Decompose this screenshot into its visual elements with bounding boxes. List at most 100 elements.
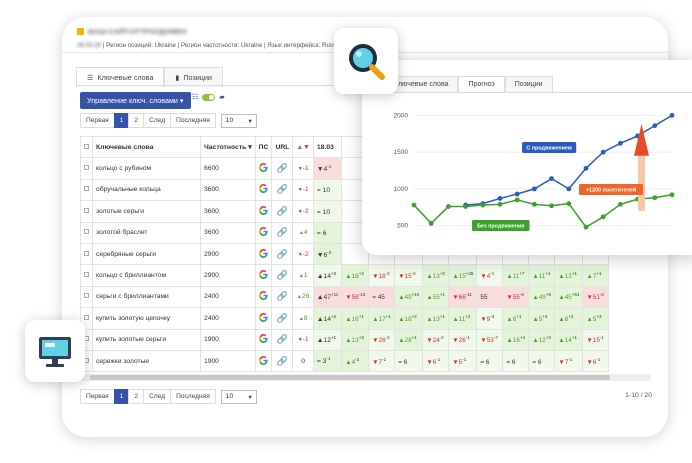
data-point bbox=[566, 186, 572, 192]
position-cell: ▲13+1 bbox=[422, 307, 450, 330]
tab-keywords[interactable]: ☰ Ключевые слова bbox=[76, 67, 165, 87]
forecast-arrow-shaft bbox=[638, 152, 645, 211]
position-cell: ▼26-2 bbox=[368, 328, 396, 351]
position-cell: ▲5+4 bbox=[528, 307, 556, 330]
page-last[interactable]: Последняя bbox=[170, 389, 216, 404]
position-cell: = 6 bbox=[476, 349, 504, 373]
google-icon[interactable] bbox=[254, 264, 273, 287]
data-point bbox=[532, 186, 537, 192]
list-icon: ☰ bbox=[87, 73, 94, 82]
data-point bbox=[428, 221, 434, 226]
position-cell: ▲13+3 bbox=[341, 328, 370, 351]
page-next[interactable]: След bbox=[143, 389, 172, 404]
position-cell: = 10 bbox=[312, 200, 343, 223]
header-frequency[interactable]: Частотность ▾ bbox=[200, 135, 256, 159]
per-page-select[interactable]: 10 ▾ bbox=[220, 389, 257, 404]
list-view-icon[interactable]: ☷ bbox=[192, 93, 198, 101]
keyword-cell[interactable]: золотой браслет bbox=[92, 221, 201, 244]
svg-text:+1200 посетителей: +1200 посетителей bbox=[586, 187, 636, 194]
google-icon[interactable] bbox=[254, 328, 273, 351]
google-icon[interactable] bbox=[254, 157, 273, 180]
manage-keywords-button[interactable]: Управление ключ. словами ▾ bbox=[80, 92, 191, 109]
row-checkbox[interactable] bbox=[80, 200, 93, 223]
keyword-cell[interactable]: кольцо с рубином bbox=[92, 157, 201, 180]
tab-forecast[interactable]: Прогноз bbox=[458, 76, 505, 92]
link-icon[interactable]: 🔗 bbox=[271, 285, 294, 309]
frequency-cell: 2900 bbox=[200, 242, 256, 266]
keyword-cell[interactable]: золотые серьги bbox=[92, 200, 201, 223]
google-icon[interactable] bbox=[254, 242, 273, 266]
row-checkbox[interactable] bbox=[80, 157, 93, 180]
data-point bbox=[618, 140, 623, 146]
table-row: кольцо с бриллиантом 2900 🔗 ▲1 ▲14+2 ▲16+… bbox=[80, 264, 610, 287]
row-checkbox[interactable] bbox=[80, 242, 93, 266]
keyword-cell[interactable]: серьги с бриллиантами bbox=[92, 285, 201, 309]
data-point bbox=[446, 204, 451, 209]
page-next[interactable]: След bbox=[143, 113, 172, 128]
chevron-down-icon: ▾ bbox=[248, 117, 252, 125]
tab-positions[interactable]: Позиции bbox=[504, 76, 553, 92]
row-checkbox[interactable] bbox=[80, 178, 93, 202]
google-icon[interactable] bbox=[254, 178, 273, 202]
row-checkbox[interactable] bbox=[80, 264, 93, 287]
data-point bbox=[669, 112, 675, 118]
google-icon[interactable] bbox=[254, 200, 273, 223]
position-cell: ▼15-1 bbox=[582, 328, 610, 351]
link-icon[interactable]: 🔗 bbox=[271, 264, 294, 287]
page-1[interactable]: 1 bbox=[113, 389, 130, 404]
position-cell: ▲16+2 bbox=[341, 264, 370, 287]
keyword-cell[interactable]: серебряные серьги bbox=[92, 242, 201, 266]
row-checkbox[interactable] bbox=[80, 221, 93, 244]
label-visitors: +1200 посетителей bbox=[579, 184, 644, 195]
link-icon[interactable]: 🔗 bbox=[271, 200, 294, 223]
link-icon[interactable]: 🔗 bbox=[271, 307, 294, 330]
page-first[interactable]: Первая bbox=[80, 389, 115, 404]
keyword-cell[interactable]: обручальные кольца bbox=[92, 178, 201, 202]
folder-icon[interactable]: ▰ bbox=[219, 93, 224, 101]
google-icon[interactable] bbox=[254, 307, 273, 330]
link-icon[interactable]: 🔗 bbox=[271, 242, 294, 266]
keyword-cell[interactable]: сережки золотые bbox=[92, 349, 201, 373]
link-icon[interactable]: 🔗 bbox=[271, 328, 294, 351]
position-cell: ▼66-11 bbox=[448, 285, 478, 309]
link-icon[interactable]: 🔗 bbox=[271, 349, 294, 373]
horizontal-scrollbar[interactable] bbox=[81, 374, 651, 381]
keyword-cell[interactable]: купить золотую цепочку bbox=[92, 307, 201, 330]
delta-cell: ▲1 bbox=[292, 264, 314, 287]
page-last[interactable]: Последняя bbox=[170, 113, 216, 128]
frequency-cell: 6600 bbox=[200, 157, 256, 180]
keyword-cell[interactable]: купить золотые серьги bbox=[92, 328, 201, 351]
delta-cell: ▼-2 bbox=[292, 200, 314, 223]
data-point bbox=[549, 176, 554, 181]
position-cell: = 6 bbox=[502, 349, 530, 373]
label-with-promotion: С продвижением bbox=[522, 142, 577, 153]
data-point bbox=[652, 195, 658, 201]
page-1[interactable]: 1 bbox=[113, 113, 130, 128]
keyword-cell[interactable]: кольцо с бриллиантом bbox=[92, 264, 201, 287]
position-cell: ▼7-1 bbox=[554, 349, 584, 373]
position-cell: = 3-1 bbox=[312, 349, 343, 373]
toggle-switch[interactable] bbox=[202, 93, 216, 101]
google-icon[interactable] bbox=[254, 285, 273, 309]
page-first[interactable]: Первая bbox=[80, 113, 115, 128]
y-tick-label: 2000 bbox=[394, 112, 409, 119]
page-2[interactable]: 2 bbox=[128, 389, 145, 404]
link-icon[interactable]: 🔗 bbox=[271, 178, 294, 202]
link-icon[interactable]: 🔗 bbox=[271, 157, 294, 180]
per-page-select[interactable]: 10 ▾ bbox=[220, 113, 257, 128]
position-cell: ▲7+1 bbox=[582, 264, 610, 287]
y-tick-label: 1500 bbox=[394, 149, 409, 156]
header-keywords[interactable]: Ключевые слова bbox=[92, 135, 201, 159]
header-delta[interactable]: ▲▼ bbox=[292, 135, 314, 159]
header-checkbox[interactable] bbox=[80, 135, 93, 159]
google-icon[interactable] bbox=[254, 349, 273, 373]
row-checkbox[interactable] bbox=[80, 285, 93, 309]
position-cell: ▲6+1 bbox=[502, 307, 530, 330]
tab-positions[interactable]: ▮ Позиции bbox=[164, 67, 223, 87]
google-icon[interactable] bbox=[254, 221, 273, 244]
link-icon[interactable]: 🔗 bbox=[271, 221, 294, 244]
page-2[interactable]: 2 bbox=[128, 113, 145, 128]
delta-cell: ▼-1 bbox=[292, 157, 314, 180]
position-cell: ▼6-2 bbox=[312, 242, 343, 266]
header-date: 18.03 bbox=[312, 135, 343, 159]
